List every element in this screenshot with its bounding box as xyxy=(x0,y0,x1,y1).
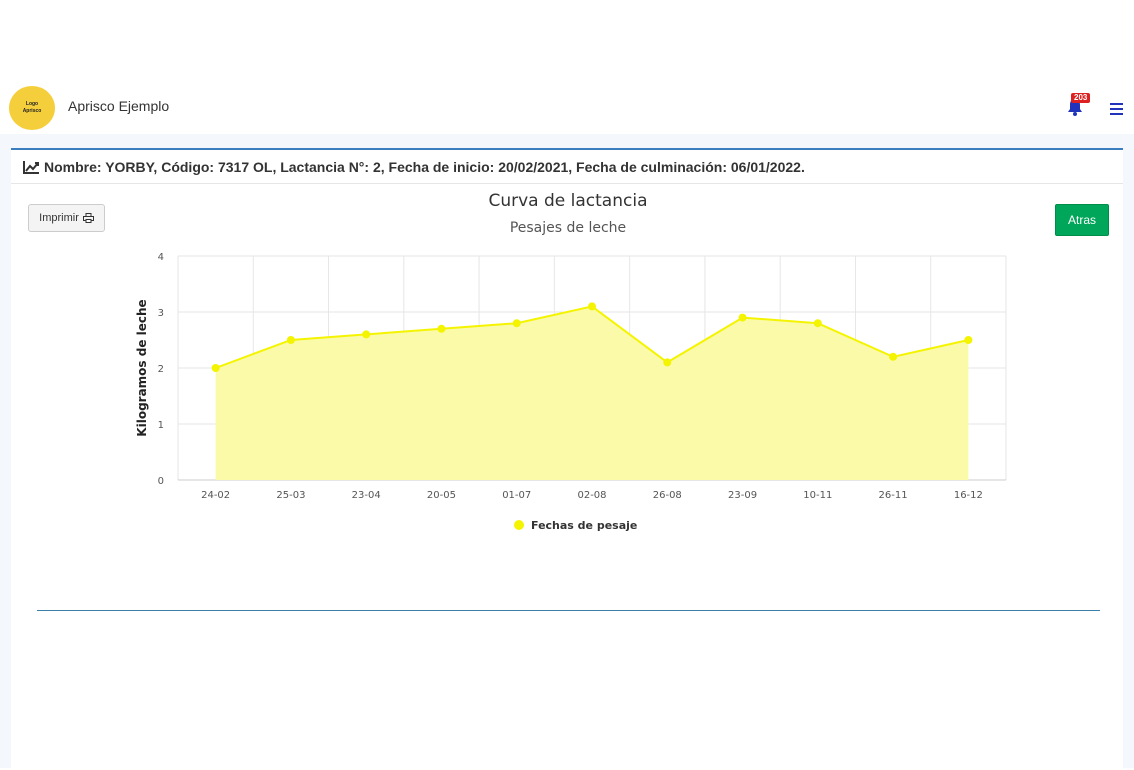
logo-text-1: Logo xyxy=(25,101,39,107)
chart-subtitle: Pesajes de leche xyxy=(510,220,626,236)
blank-section xyxy=(11,622,1123,770)
x-tick-label: 02-08 xyxy=(577,490,606,501)
x-tick-label: 10-11 xyxy=(803,490,832,501)
app-title: Aprisco Ejemplo xyxy=(68,98,170,114)
data-point xyxy=(889,352,898,361)
navbar: Logo Aprisco Aprisco Ejemplo 203 xyxy=(0,80,1134,134)
logo-text-2: Aprisco xyxy=(22,108,42,114)
lactation-chart: Curva de lactancia Pesajes de leche 0 1 2 3 4 2… xyxy=(135,191,1007,532)
x-tick-label: 16-12 xyxy=(954,490,983,501)
menu-toggle-icon[interactable] xyxy=(1110,103,1123,115)
x-tick-label: 24-02 xyxy=(201,490,230,501)
data-point xyxy=(813,319,822,328)
x-tick-label: 26-08 xyxy=(653,490,682,501)
data-point xyxy=(738,313,747,322)
data-point xyxy=(588,302,596,311)
data-point xyxy=(437,324,446,333)
y-tick-label: 0 xyxy=(158,476,164,487)
x-tick-label: 25-03 xyxy=(276,490,305,501)
x-tick-label: 26-11 xyxy=(879,490,908,501)
data-point xyxy=(211,364,220,372)
legend-marker xyxy=(514,520,524,530)
y-tick-label: 2 xyxy=(158,364,164,375)
chart-title: Curva de lactancia xyxy=(488,191,647,211)
data-point xyxy=(964,336,973,344)
y-tick-label: 1 xyxy=(158,420,164,431)
x-tick-label: 01-07 xyxy=(502,490,531,501)
x-tick-label: 23-04 xyxy=(352,490,381,501)
data-point xyxy=(286,336,295,344)
lactation-card: Nombre: YORBY, Código: 7317 OL, Lactanci… xyxy=(11,148,1123,770)
x-tick-label: 20-05 xyxy=(427,490,456,501)
data-point xyxy=(362,330,371,339)
data-point xyxy=(512,319,521,328)
y-axis-title: Kilogramos de leche xyxy=(135,299,149,436)
divider xyxy=(37,610,1100,611)
y-tick-label: 4 xyxy=(158,252,164,263)
content-area: Nombre: YORBY, Código: 7317 OL, Lactanci… xyxy=(0,134,1134,770)
y-tick-label: 3 xyxy=(158,308,164,319)
legend-label: Fechas de pesaje xyxy=(531,519,637,532)
app-logo[interactable]: Logo Aprisco xyxy=(9,86,55,130)
notification-badge: 203 xyxy=(1071,93,1091,103)
x-tick-label: 23-09 xyxy=(728,490,757,501)
data-point xyxy=(663,358,672,367)
